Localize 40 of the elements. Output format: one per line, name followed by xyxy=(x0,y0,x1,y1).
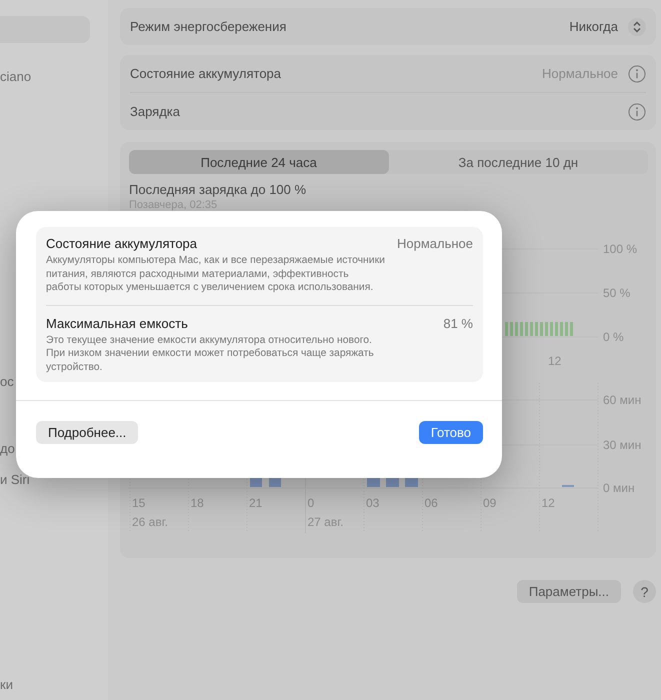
battery-level-bar xyxy=(560,322,563,336)
sidebar-item[interactable]: ки xyxy=(0,677,13,692)
battery-level-bar xyxy=(505,322,508,336)
done-button[interactable]: Готово xyxy=(418,421,483,444)
battery-level-bar xyxy=(530,322,533,336)
sidebar-item[interactable]: ciano xyxy=(0,69,32,84)
row-value: Нормальное xyxy=(542,66,618,81)
info-icon[interactable] xyxy=(628,64,646,82)
battery-level-bar xyxy=(565,322,568,336)
period-tab[interactable]: Последние 24 часа xyxy=(129,150,388,174)
info-icon[interactable] xyxy=(628,102,646,120)
battery-level-bar xyxy=(570,322,573,336)
battery-level-bar xyxy=(510,322,513,336)
battery-level-bar xyxy=(515,322,518,336)
item-description: Это текущее значение емкости аккумулятора относительно нового. При низком значении емкости может потребоваться чаще заряжать устройство. xyxy=(46,334,375,374)
power-mode-label: Режим энергосбережения xyxy=(130,19,286,34)
battery-level-bar xyxy=(525,322,528,336)
options-button[interactable]: Параметры... xyxy=(516,580,621,603)
battery-level-bar xyxy=(540,322,543,336)
more-button[interactable]: Подробнее... xyxy=(36,421,138,444)
chevron-updown-icon[interactable] xyxy=(628,18,646,36)
item-value: Нормальное xyxy=(396,236,473,251)
row-label: Зарядка xyxy=(130,104,180,119)
battery-level-bar xyxy=(550,322,553,336)
battery-level-bar xyxy=(545,322,548,336)
help-button[interactable]: ? xyxy=(633,580,656,603)
item-title: Состояние аккумулятора xyxy=(46,236,198,251)
battery-level-bar xyxy=(555,322,558,336)
row-label: Состояние аккумулятора xyxy=(130,66,282,81)
battery-level-bar xyxy=(520,322,523,336)
item-title: Максимальная емкость xyxy=(46,316,188,330)
battery-level-bar xyxy=(535,322,538,336)
power-mode-value[interactable]: Никогда xyxy=(569,19,618,34)
item-value: 81 % xyxy=(443,316,473,330)
sidebar-item[interactable]: до xyxy=(0,441,15,456)
last-charge-text: Последняя зарядка до 100 % xyxy=(129,182,308,197)
sidebar-item[interactable]: ос xyxy=(0,374,14,389)
sidebar-item[interactable]: и Siri xyxy=(0,472,30,487)
item-description: Аккумуляторы компьютера Mac, как и все перезаряжаемые источники питания, являются расходными материалами, эффективность работы которых уменьшается с увеличением срока использования. xyxy=(46,254,386,294)
period-tab[interactable]: За последние 10 дн xyxy=(388,150,648,174)
